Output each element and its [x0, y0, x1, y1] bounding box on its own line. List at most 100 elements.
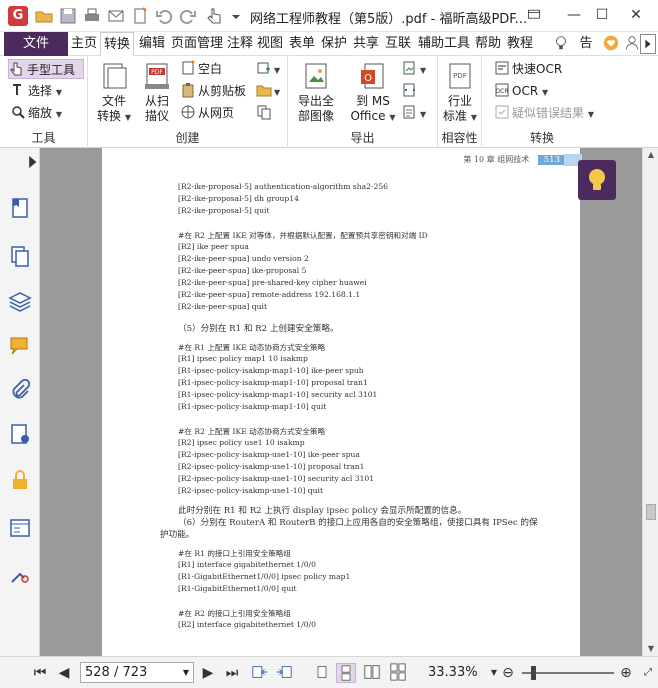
bookmark-icon[interactable]: [8, 196, 32, 220]
minimize-button[interactable]: —: [560, 4, 588, 26]
menu-accessibility[interactable]: 辅助工具: [416, 32, 472, 56]
previous-view-icon[interactable]: [250, 663, 270, 683]
quick-ocr-button[interactable]: 快速OCR: [494, 59, 562, 79]
menu-home[interactable]: 主页: [70, 32, 98, 56]
menu-form[interactable]: 表单: [288, 32, 316, 56]
menu-page-manage[interactable]: 页面管理: [170, 32, 224, 56]
export-other-button[interactable]: ▼: [402, 103, 426, 123]
menu-share[interactable]: 共享: [352, 32, 380, 56]
document-viewer[interactable]: 第 10 章 组网技术 513 [R2-ike-proposal-5] auth…: [40, 148, 642, 656]
page-text-line: #在 R2 上配置 IKE 动态协商方式安全策略: [178, 427, 326, 436]
pdf-package-button[interactable]: [256, 103, 274, 123]
tips-button[interactable]: [578, 160, 616, 200]
export-group-label: 导出: [350, 131, 375, 145]
scrollbar-thumb[interactable]: [646, 504, 656, 520]
from-web-button[interactable]: 从网页: [180, 103, 234, 123]
zoom-in-icon[interactable]: ⊕: [616, 663, 636, 683]
email-icon[interactable]: [106, 6, 126, 26]
menu-help[interactable]: 帮助: [474, 32, 502, 56]
tell-me-label[interactable]: 告诉: [574, 32, 598, 75]
hand-pointer-icon[interactable]: [204, 6, 224, 26]
restore-mini-icon[interactable]: [520, 4, 548, 26]
single-page-view-icon[interactable]: [312, 663, 332, 683]
layers-icon[interactable]: [8, 290, 32, 314]
to-ms-office-button[interactable]: O 到 MS Office ▼: [348, 60, 398, 125]
ribbon-expand-icon[interactable]: [640, 34, 656, 54]
save-icon[interactable]: [58, 6, 78, 26]
menu-view[interactable]: 视图: [256, 32, 284, 56]
open-folder-icon[interactable]: [34, 6, 54, 26]
zoom-tool-label: 缩放: [28, 106, 53, 120]
page-text-line: #在 R1 的接口上引用安全策略组: [178, 549, 291, 558]
first-page-icon[interactable]: ⏮: [30, 663, 50, 683]
attachment-icon[interactable]: [8, 378, 32, 402]
menu-connect[interactable]: 互联: [384, 32, 412, 56]
heart-icon[interactable]: [602, 34, 620, 54]
continuous-view-icon[interactable]: [336, 663, 356, 683]
menu-edit[interactable]: 编辑: [138, 32, 166, 56]
export-images-icon: [300, 60, 332, 92]
signature-panel-icon[interactable]: [8, 422, 32, 446]
security-lock-icon[interactable]: [8, 468, 32, 492]
industry-standard-button[interactable]: PDF 行业 标准 ▼: [440, 60, 480, 125]
last-page-icon[interactable]: ⏭: [222, 663, 242, 683]
page-dropdown-icon[interactable]: ▼: [183, 663, 189, 682]
scroll-down-icon[interactable]: ▼: [643, 642, 658, 656]
file-convert-button[interactable]: 文件 转换 ▼: [94, 60, 134, 125]
menu-convert[interactable]: 转换: [100, 32, 134, 56]
from-clipboard-button[interactable]: 从剪贴板: [180, 81, 246, 101]
combine-files-button[interactable]: ▼: [256, 59, 280, 79]
from-scanner-button[interactable]: PDF 从扫 描仪: [140, 60, 174, 124]
file-convert-label-1: 文件: [101, 94, 126, 108]
quick-access-dropdown-icon[interactable]: [226, 6, 240, 26]
vertical-scrollbar[interactable]: ▲ ▼: [642, 148, 658, 656]
page-text-line: [R2-ike-proposal-5] authentication-algor…: [178, 182, 389, 191]
previous-page-icon[interactable]: ◀: [54, 663, 74, 683]
page-thumbnails-icon[interactable]: [8, 244, 32, 268]
comments-icon[interactable]: [8, 334, 32, 358]
zoom-level[interactable]: 33.33%: [428, 665, 478, 680]
next-page-icon[interactable]: ▶: [198, 663, 218, 683]
ocr-button[interactable]: OCR OCR ▼: [494, 81, 548, 101]
menu-tutorial[interactable]: 教程: [506, 32, 534, 56]
page-number-input[interactable]: 528 / 723 ▼: [80, 662, 194, 683]
next-view-icon[interactable]: [274, 663, 294, 683]
zoom-out-icon[interactable]: ⊖: [498, 663, 518, 683]
export-to-image-button[interactable]: ▼: [402, 59, 426, 79]
zoom-slider-thumb[interactable]: [530, 666, 536, 680]
menu-protect[interactable]: 保护: [320, 32, 348, 56]
maximize-button[interactable]: ☐: [588, 4, 616, 26]
print-icon[interactable]: [82, 6, 102, 26]
menu-file[interactable]: 文件: [4, 32, 68, 56]
page-text-line: #在 R2 的接口上引用安全策略组: [178, 609, 291, 618]
hand-tool-button[interactable]: 手型工具: [8, 59, 84, 79]
blank-button[interactable]: 空白: [180, 59, 222, 79]
select-tool-button[interactable]: 选择 ▼: [10, 81, 62, 101]
redo-icon[interactable]: [178, 6, 198, 26]
ribbon: 手型工具 选择 ▼ 缩放 ▼ 工具 文件 转换 ▼ PDF 从扫 描仪 空白 从…: [0, 56, 658, 148]
portfolio-button[interactable]: ▼: [256, 81, 280, 101]
form-fields-icon[interactable]: [8, 516, 32, 540]
status-bar: ⏮ ◀ 528 / 723 ▼ ▶ ⏭ 33.33% ▼ ⊖ ⊕ ⤢: [0, 656, 658, 688]
quick-ocr-label: 快速OCR: [512, 62, 563, 76]
sidebar-expand-icon[interactable]: [22, 150, 42, 170]
menu-comment[interactable]: 注释: [226, 32, 254, 56]
zoom-tool-button[interactable]: 缩放 ▼: [10, 103, 62, 123]
create-group-label: 创建: [175, 131, 200, 145]
destinations-icon[interactable]: [8, 562, 32, 586]
continuous-facing-view-icon[interactable]: [388, 663, 408, 683]
scroll-up-icon[interactable]: ▲: [643, 148, 658, 162]
lightbulb-icon[interactable]: [552, 34, 572, 54]
export-all-images-button[interactable]: 导出全 部图像: [294, 60, 338, 124]
close-button[interactable]: ✕: [622, 4, 650, 26]
facing-view-icon[interactable]: [362, 663, 382, 683]
app-logo[interactable]: G: [8, 6, 28, 26]
page-text-line: [R2-ipsec-policy-isakmp-use1-10] securit…: [178, 474, 375, 483]
suspect-results-button[interactable]: 疑似错误结果 ▼: [494, 103, 594, 123]
undo-icon[interactable]: [154, 6, 174, 26]
expand-status-icon[interactable]: ⤢: [638, 663, 658, 683]
export-to-html-button[interactable]: [402, 81, 420, 101]
new-document-icon[interactable]: [130, 6, 150, 26]
from-scanner-label-1: 从扫: [144, 94, 169, 108]
user-icon[interactable]: [624, 34, 638, 54]
